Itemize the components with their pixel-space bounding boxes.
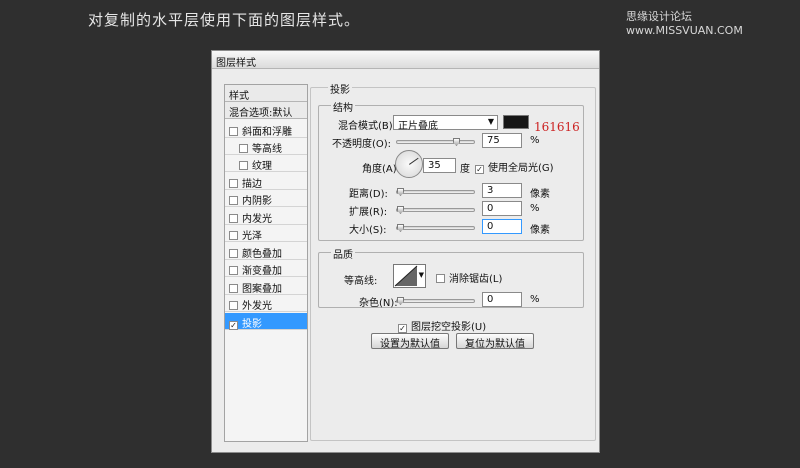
contour-curve-icon bbox=[394, 265, 418, 287]
spread-slider[interactable] bbox=[396, 206, 475, 214]
style-item-inner-shadow[interactable]: 内阴影 bbox=[225, 190, 307, 207]
checkbox-icon[interactable] bbox=[229, 249, 238, 258]
checkbox-icon[interactable] bbox=[229, 284, 238, 293]
size-slider[interactable] bbox=[396, 224, 475, 232]
style-item-texture[interactable]: 纹理 bbox=[225, 155, 307, 172]
blend-mode-select[interactable]: 正片叠底 ▼ bbox=[393, 115, 498, 132]
style-item-gradient-overlay[interactable]: 渐变叠加 bbox=[225, 260, 307, 277]
reset-default-button[interactable]: 复位为默认值 bbox=[456, 333, 534, 350]
layer-style-dialog: 图层样式 样式 混合选项:默认 斜面和浮雕 等高线 纹理 描边 内阴影 内发光 … bbox=[211, 50, 600, 453]
noise-label: 杂色(N): bbox=[359, 298, 398, 309]
opacity-slider[interactable] bbox=[396, 138, 475, 146]
style-item-color-overlay[interactable]: 颜色叠加 bbox=[225, 243, 307, 260]
contour-picker[interactable]: ▼ bbox=[393, 264, 426, 288]
blend-mode-label: 混合模式(B): bbox=[338, 121, 397, 132]
distance-unit: 像素 bbox=[530, 189, 550, 200]
opacity-label: 不透明度(O): bbox=[332, 139, 392, 150]
checkbox-icon[interactable] bbox=[229, 266, 238, 275]
spread-unit: % bbox=[530, 203, 540, 214]
dialog-title: 图层样式 bbox=[212, 51, 599, 69]
checkbox-icon[interactable] bbox=[229, 214, 238, 223]
checkbox-icon[interactable] bbox=[229, 196, 238, 205]
angle-input[interactable]: 35 bbox=[423, 158, 456, 173]
checkbox-checked-icon[interactable]: ✓ bbox=[398, 324, 407, 333]
noise-unit: % bbox=[530, 294, 540, 305]
style-item-inner-glow[interactable]: 内发光 bbox=[225, 208, 307, 225]
checkbox-icon[interactable] bbox=[229, 301, 238, 310]
checkbox-checked-icon[interactable]: ✓ bbox=[229, 321, 238, 330]
style-item-bevel-emboss[interactable]: 斜面和浮雕 bbox=[225, 121, 307, 138]
set-default-button[interactable]: 设置为默认值 bbox=[371, 333, 449, 350]
global-light-option[interactable]: ✓ 使用全局光(G) bbox=[475, 159, 554, 174]
checkbox-icon[interactable] bbox=[229, 179, 238, 188]
distance-input[interactable]: 3 bbox=[482, 183, 522, 198]
size-input[interactable]: 0 bbox=[482, 219, 522, 234]
style-item-satin[interactable]: 光泽 bbox=[225, 225, 307, 242]
antialias-option[interactable]: 消除锯齿(L) bbox=[436, 270, 502, 285]
contour-label: 等高线: bbox=[344, 276, 378, 287]
style-item-contour[interactable]: 等高线 bbox=[225, 138, 307, 155]
structure-title: 结构 bbox=[331, 99, 355, 114]
distance-label: 距离(D): bbox=[349, 189, 388, 200]
checkbox-icon[interactable] bbox=[239, 144, 248, 153]
style-list-header: 样式 bbox=[225, 85, 307, 102]
style-list: 样式 混合选项:默认 斜面和浮雕 等高线 纹理 描边 内阴影 内发光 光泽 颜色… bbox=[224, 84, 308, 442]
size-label: 大小(S): bbox=[349, 225, 387, 236]
style-item-outer-glow[interactable]: 外发光 bbox=[225, 295, 307, 312]
spread-input[interactable]: 0 bbox=[482, 201, 522, 216]
quality-title: 品质 bbox=[331, 246, 355, 261]
knockout-option[interactable]: ✓ 图层挖空投影(U) bbox=[398, 318, 486, 333]
style-item-stroke[interactable]: 描边 bbox=[225, 173, 307, 190]
noise-slider[interactable] bbox=[396, 297, 475, 305]
checkbox-icon[interactable] bbox=[239, 161, 248, 170]
watermark: 思缘设计论坛 www.MISSVUAN.COM bbox=[626, 10, 743, 37]
style-list-blend-options[interactable]: 混合选项:默认 bbox=[225, 102, 307, 119]
style-item-pattern-overlay[interactable]: 图案叠加 bbox=[225, 278, 307, 295]
checkbox-icon[interactable] bbox=[436, 274, 445, 283]
checkbox-checked-icon[interactable]: ✓ bbox=[475, 165, 484, 174]
chevron-down-icon: ▼ bbox=[487, 117, 494, 126]
section-title: 投影 bbox=[328, 81, 352, 96]
angle-unit: 度 bbox=[460, 164, 470, 175]
noise-input[interactable]: 0 bbox=[482, 292, 522, 307]
color-hex-annotation: 161616 bbox=[534, 120, 580, 134]
style-item-drop-shadow[interactable]: ✓ 投影 bbox=[225, 313, 307, 330]
opacity-unit: % bbox=[530, 135, 540, 146]
spread-label: 扩展(R): bbox=[349, 207, 388, 218]
caption: 对复制的水平层使用下面的图层样式。 bbox=[88, 11, 361, 29]
size-unit: 像素 bbox=[530, 225, 550, 236]
checkbox-icon[interactable] bbox=[229, 231, 238, 240]
shadow-color-swatch[interactable] bbox=[503, 115, 529, 129]
chevron-down-icon: ▼ bbox=[418, 271, 424, 279]
checkbox-icon[interactable] bbox=[229, 127, 238, 136]
angle-needle-icon bbox=[409, 157, 419, 165]
distance-slider[interactable] bbox=[396, 188, 475, 196]
angle-dial-icon[interactable] bbox=[395, 150, 423, 178]
opacity-input[interactable]: 75 bbox=[482, 133, 522, 148]
